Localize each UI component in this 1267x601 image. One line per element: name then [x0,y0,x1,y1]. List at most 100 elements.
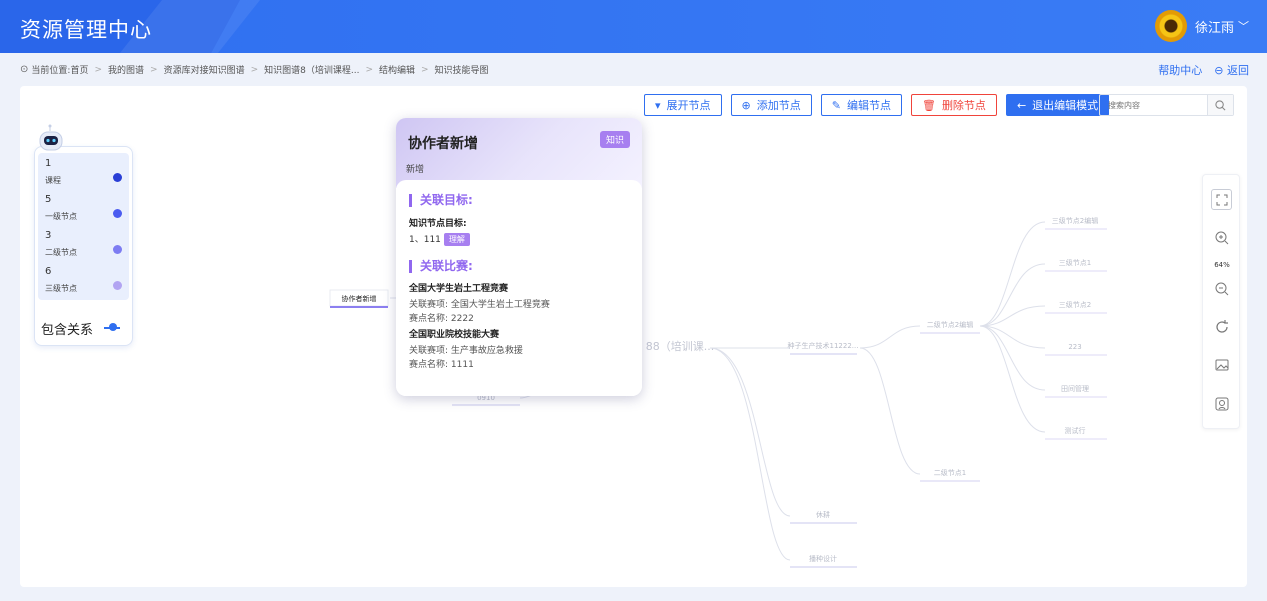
legend-panel: 1 课程 5 一级节点 3 二级节点 6 三级节点 包含关系 [34,146,133,346]
breadcrumb-separator-icon: > [421,64,429,75]
breadcrumb-item-structure[interactable]: 结构编辑 [379,63,415,76]
expand-node-button[interactable]: ▾ 展开节点 [644,94,722,116]
target-label: 知识节点目标: [409,219,467,229]
comp-point-label: 赛点名称: [409,314,449,324]
zoom-level: 64% [1214,261,1230,269]
delete-node-button[interactable]: 🗑 删除节点 [910,94,997,116]
comp-point-value: 1111 [450,360,474,370]
breadcrumb-item-graph[interactable]: 知识图谱8（培训课程... [264,63,359,76]
image-icon [1215,359,1228,370]
competition-point: 赛点名称: 2222 [409,311,474,324]
target-item-text: 1、111 [409,235,441,245]
edge [979,221,1046,327]
user-name: 徐江雨 [1194,20,1234,36]
legend-list: 1 课程 5 一级节点 3 二级节点 6 三级节点 [38,153,129,300]
node-level2-edit: 二级节点2编辑 [927,320,973,329]
edge [709,347,791,561]
competition-item: 关联赛项: 全国大学生岩土工程竞赛 [409,297,550,310]
node-level2-1: 二级节点1 [934,468,966,477]
competition-item: 关联赛项: 生产事故应急救援 [409,343,523,356]
plus-circle-icon: ⊕ [741,98,751,112]
add-node-label: 添加节点 [756,99,801,112]
card-subtitle: 新增 [406,165,425,175]
locate-icon [1215,397,1228,410]
comp-item-label: 关联赛项: [409,300,449,310]
fit-screen-button[interactable] [1211,189,1232,210]
legend-dot-icon [113,281,122,290]
node-l3-2-edit: 三级节点2编辑 [1052,216,1098,225]
legend-item-level2: 3 二级节点 [42,229,122,265]
breadcrumb-item-my-graphs[interactable]: 我的图谱 [108,63,144,76]
search-button[interactable] [1207,95,1233,115]
exit-edit-mode-button[interactable]: ← 退出编辑模式 [1005,94,1110,116]
back-icon: ⊖ [1214,64,1224,77]
search-icon [1215,99,1226,110]
zoom-out-button[interactable] [1211,278,1232,299]
edge [859,325,921,349]
comp-item-value: 全国大学生岩土工程竞赛 [450,300,550,310]
target-level-badge: 理解 [443,233,470,246]
edit-node-label: 编辑节点 [846,99,891,112]
edge [709,347,791,517]
breadcrumb-item-resource[interactable]: 资源库对接知识图谱 [164,63,245,76]
competition-name: 全国大学生岩土工程竞赛 [409,284,509,294]
edge [979,325,1046,391]
expand-node-label: 展开节点 [666,99,711,112]
card-body: 关联目标: 知识节点目标: 1、111 理解 关联比赛: 全国大学生岩土工程竞赛 … [396,180,642,396]
comp-point-value: 2222 [450,314,474,324]
legend-item-level3: 6 三级节点 [42,265,122,301]
breadcrumb-item-home[interactable]: 首页 [70,63,88,76]
legend-label: 一级节点 [45,212,77,221]
selected-node-label: 协作者新增 [342,294,377,303]
edit-icon: ✎ [831,98,841,112]
edge [859,347,921,475]
back-link-label: 返回 [1227,64,1249,77]
node-field: 田间管理 [1061,384,1089,393]
add-node-button[interactable]: ⊕ 添加节点 [730,94,812,116]
avatar [1154,10,1187,42]
node-root: 88（培训课... [646,339,715,353]
relation-dot-icon [109,323,117,331]
legend-label: 课程 [45,176,61,185]
legend-count: 5 [45,194,52,205]
node-223: 223 [1068,343,1081,351]
trash-icon: 🗑 [921,98,936,112]
export-image-button[interactable] [1211,354,1232,375]
toolbar: ▾ 展开节点 ⊕ 添加节点 ✎ 编辑节点 🗑 删除节点 ← 退出编辑模式 [644,94,1110,116]
help-center-link[interactable]: 帮助中心 [1158,62,1202,78]
node-test: 测试行 [1065,426,1086,435]
node-l3-2: 三级节点2 [1059,300,1091,309]
location-pin-icon: ⊙ [20,64,29,75]
editor-panel: 88（培训课... 种子生产技术11222... 二级节点2编辑 二级节点1 休… [20,86,1247,587]
locate-button[interactable] [1211,393,1232,414]
zoom-in-icon [1215,231,1228,244]
back-link[interactable]: ⊖ 返回 [1214,62,1249,78]
zoom-in-button[interactable] [1211,227,1232,248]
comp-point-label: 赛点名称: [409,360,449,370]
search-box [1099,94,1234,116]
node-fallow: 休耕 [816,510,830,519]
competition-heading: 关联比赛: [409,260,473,273]
comp-item-value: 生产事故应急救援 [450,346,523,356]
breadcrumb: ⊙ 当前位置: 首页 > 我的图谱 > 资源库对接知识图谱 > 知识图谱8（培训… [20,63,489,76]
refresh-button[interactable] [1211,316,1232,337]
breadcrumb-separator-icon: > [365,64,373,75]
edge [979,325,1046,349]
top-links: 帮助中心 ⊖ 返回 [1158,62,1249,78]
search-input[interactable] [1100,95,1207,115]
refresh-icon [1215,319,1228,333]
legend-count: 1 [45,158,52,169]
robot-icon [39,124,63,151]
user-menu[interactable]: 徐江雨 ﹀ [1154,10,1249,42]
breadcrumb-separator-icon: > [250,64,259,75]
edit-node-button[interactable]: ✎ 编辑节点 [820,94,902,116]
legend-item-level1: 5 一级节点 [42,193,122,229]
node-sowing: 播种设计 [809,554,837,563]
legend-count: 6 [45,266,52,277]
breadcrumb-separator-icon: > [94,64,102,75]
legend-label: 二级节点 [45,248,77,257]
zoom-out-icon [1215,282,1228,295]
app-header: 资源管理中心 徐江雨 ﹀ [0,0,1267,53]
legend-label: 三级节点 [45,284,77,293]
caret-down-icon: ▾ [655,98,661,112]
